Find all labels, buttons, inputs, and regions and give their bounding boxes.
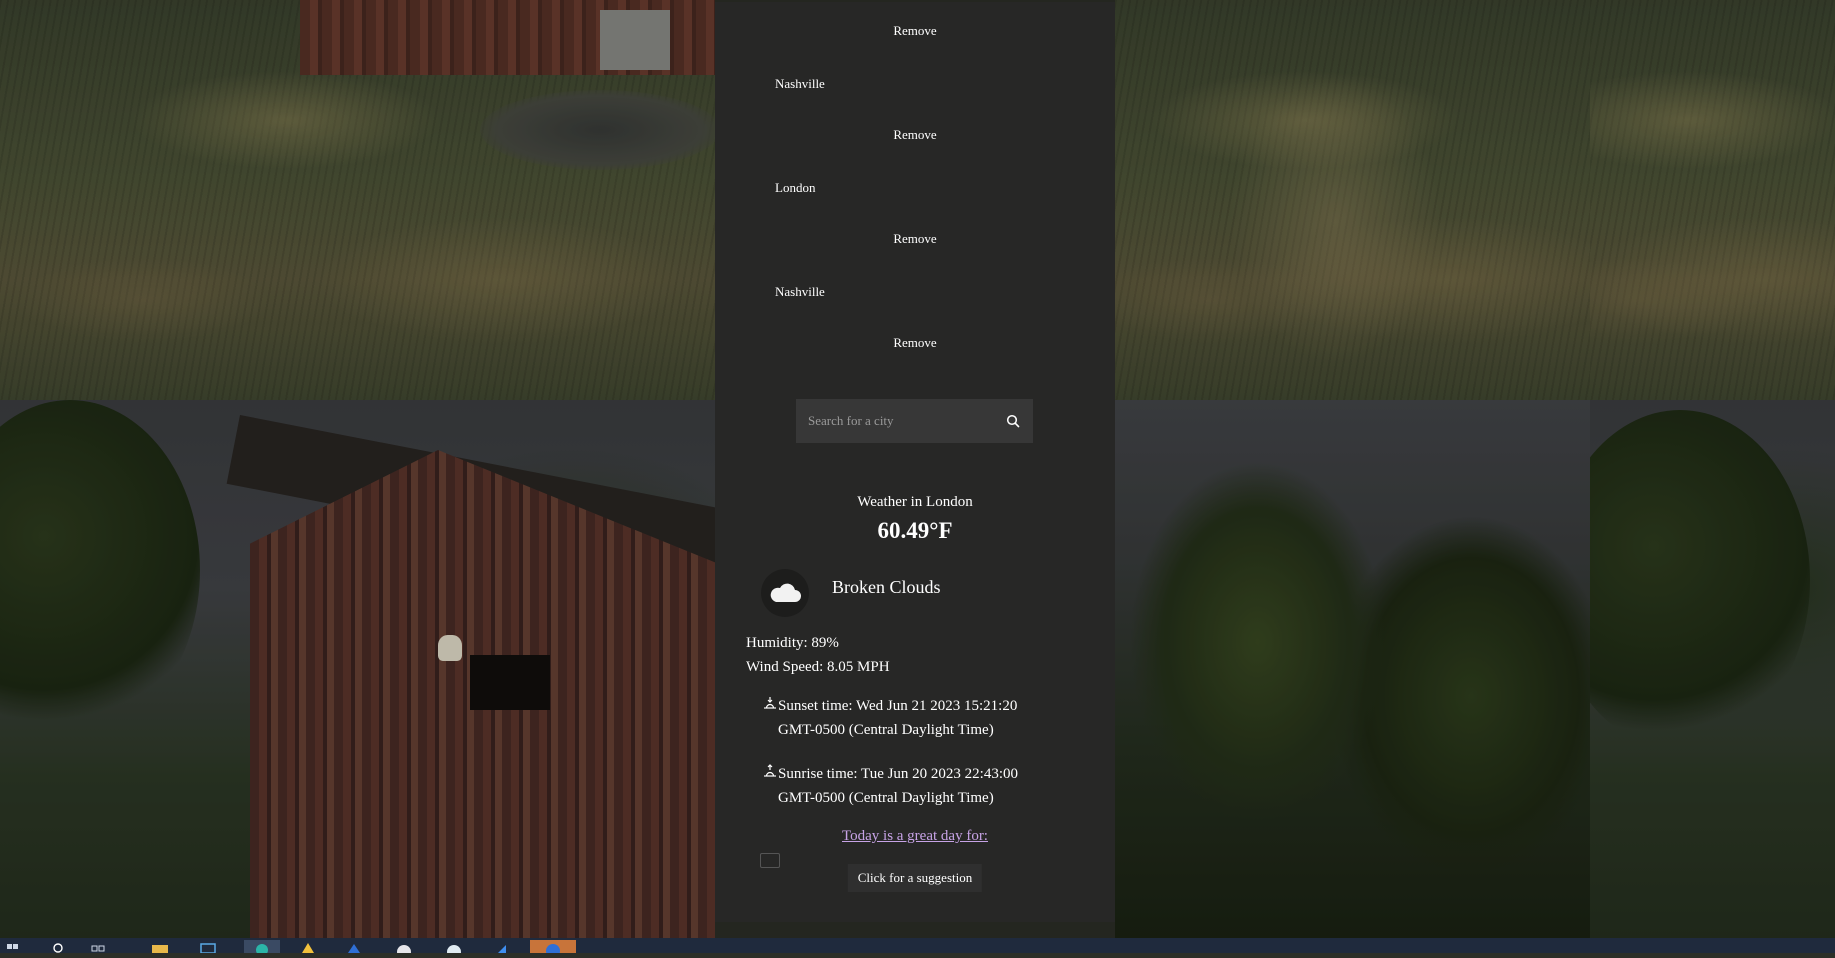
temperature: 60.49°F	[877, 518, 953, 543]
background-tree	[1590, 410, 1810, 750]
background-barn-base	[300, 0, 715, 75]
taskbar	[0, 938, 1835, 958]
background-grass-left	[0, 0, 715, 400]
background-grass-right	[1115, 0, 1590, 400]
task-view-icon[interactable]	[90, 940, 114, 953]
app-icon[interactable]	[344, 940, 368, 953]
background-path	[1195, 0, 1475, 400]
background-barn-far-right	[1590, 400, 1835, 938]
remove-button[interactable]: Remove	[885, 123, 944, 147]
image-placeholder-icon	[760, 853, 780, 868]
app-icon[interactable]	[492, 940, 516, 953]
app-icon[interactable]	[198, 940, 222, 954]
background-barn-lamp	[438, 635, 462, 661]
background-trees	[1115, 400, 1590, 938]
sunset-timezone: GMT-0500 (Central Daylight Time)	[778, 722, 994, 738]
active-app-icon[interactable]	[244, 940, 280, 956]
remove-button[interactable]: Remove	[885, 19, 944, 43]
suggestion-link[interactable]: Today is a great day for:	[715, 828, 1115, 845]
background-tree	[0, 400, 200, 740]
sunset-text: Sunset time: Wed Jun 21 2023 15:21:20	[778, 698, 1018, 714]
browser-icon[interactable]	[444, 940, 468, 958]
sunrise-icon	[764, 764, 776, 777]
search-icon[interactable]	[52, 940, 76, 953]
sunrise-timezone: GMT-0500 (Central Daylight Time)	[778, 790, 994, 806]
cloud-icon	[770, 583, 801, 602]
start-icon[interactable]	[6, 940, 30, 953]
search-input[interactable]	[796, 400, 993, 442]
active-app-icon[interactable]	[530, 940, 576, 958]
weather-card: Remove Nashville Remove London Remove Na…	[715, 2, 1115, 922]
weather-title: Weather in London	[857, 494, 973, 510]
browser-icon[interactable]	[394, 940, 418, 958]
background-mud	[480, 90, 715, 170]
weather-icon-container	[761, 569, 809, 617]
sunrise-info: Sunrise time: Tue Jun 20 2023 22:43:00 G…	[762, 762, 1062, 810]
humidity: Humidity: 89%	[746, 635, 839, 651]
wind-speed: Wind Speed: 8.05 MPH	[746, 659, 890, 675]
weather-description: Broken Clouds	[832, 577, 941, 597]
search-button[interactable]	[993, 401, 1033, 441]
background-barn	[0, 400, 715, 938]
file-explorer-icon[interactable]	[150, 940, 174, 953]
suggestion-button[interactable]: Click for a suggestion	[847, 864, 983, 892]
remove-button[interactable]: Remove	[885, 331, 944, 355]
background-grass-far-right	[1590, 0, 1835, 400]
search-bar	[796, 399, 1033, 443]
background-barn-window	[470, 655, 550, 710]
sunset-icon	[764, 697, 776, 709]
recent-city-item[interactable]: Nashville	[775, 76, 825, 92]
recent-city-item[interactable]: London	[775, 180, 815, 196]
search-icon	[1006, 414, 1020, 428]
app-icon[interactable]	[298, 940, 322, 953]
remove-button[interactable]: Remove	[885, 227, 944, 251]
sunset-info: Sunset time: Wed Jun 21 2023 15:21:20 GM…	[762, 694, 1062, 742]
recent-city-item[interactable]: Nashville	[775, 284, 825, 300]
sunrise-text: Sunrise time: Tue Jun 20 2023 22:43:00	[778, 766, 1019, 782]
